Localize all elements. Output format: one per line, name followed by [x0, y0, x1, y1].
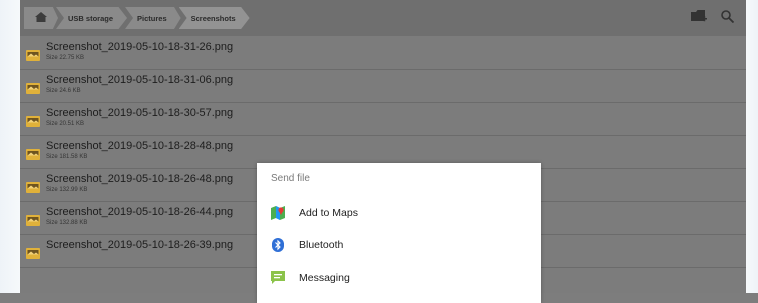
file-name: Screenshot_2019-05-10-18-30-57.png	[46, 107, 234, 119]
file-name: Screenshot_2019-05-10-18-26-48.png	[46, 173, 234, 185]
file-row[interactable]: Screenshot_2019-05-10-18-31-06.png Size …	[20, 70, 746, 103]
file-name: Screenshot_2019-05-10-18-26-44.png	[46, 206, 234, 218]
option-label: Bluetooth	[299, 239, 344, 251]
file-name: Screenshot_2019-05-10-18-28-48.png	[46, 140, 234, 152]
image-file-icon	[26, 81, 40, 99]
file-size: Size 22.75 KB	[46, 55, 85, 61]
image-file-icon	[26, 246, 40, 264]
image-file-icon	[26, 147, 40, 165]
top-bar: USB storage Pictures Screenshots	[20, 0, 746, 36]
dialog-title: Send file	[271, 173, 310, 184]
send-file-dialog: Send file Add to Maps Bluetooth Messagin…	[257, 163, 541, 303]
file-row[interactable]: Screenshot_2019-05-10-18-30-57.png Size …	[20, 103, 746, 136]
file-name: Screenshot_2019-05-10-18-31-26.png	[46, 41, 234, 53]
file-size: Size 132.88 KB	[46, 220, 88, 226]
image-file-icon	[26, 213, 40, 231]
file-name: Screenshot_2019-05-10-18-31-06.png	[46, 74, 234, 86]
option-add-to-maps[interactable]: Add to Maps	[257, 199, 541, 227]
messaging-icon	[271, 271, 285, 285]
search-icon[interactable]	[721, 10, 735, 28]
file-size: Size 181.58 KB	[46, 154, 88, 160]
breadcrumb-screenshots[interactable]: Screenshots	[178, 7, 250, 29]
image-file-icon	[26, 180, 40, 198]
image-file-icon	[26, 48, 40, 66]
breadcrumb-usb-storage[interactable]: USB storage	[56, 7, 128, 29]
option-label: Messaging	[299, 272, 350, 284]
file-row[interactable]: Screenshot_2019-05-10-18-31-26.png Size …	[20, 37, 746, 70]
new-folder-icon[interactable]	[691, 10, 707, 28]
option-bluetooth[interactable]: Bluetooth	[257, 231, 541, 259]
left-edge	[0, 0, 20, 293]
file-size: Size 20.51 KB	[46, 121, 85, 127]
option-label: Add to Maps	[299, 207, 358, 219]
breadcrumb-home[interactable]	[24, 7, 58, 29]
right-edge	[746, 0, 758, 293]
file-size: Size 24.6 KB	[46, 88, 81, 94]
file-size: Size 132.99 KB	[46, 187, 88, 193]
home-icon	[35, 9, 47, 27]
maps-icon	[271, 206, 285, 220]
bluetooth-icon	[271, 238, 285, 252]
file-name: Screenshot_2019-05-10-18-26-39.png	[46, 239, 234, 251]
option-messaging[interactable]: Messaging	[257, 264, 541, 292]
image-file-icon	[26, 114, 40, 132]
breadcrumb-pictures[interactable]: Pictures	[125, 7, 181, 29]
